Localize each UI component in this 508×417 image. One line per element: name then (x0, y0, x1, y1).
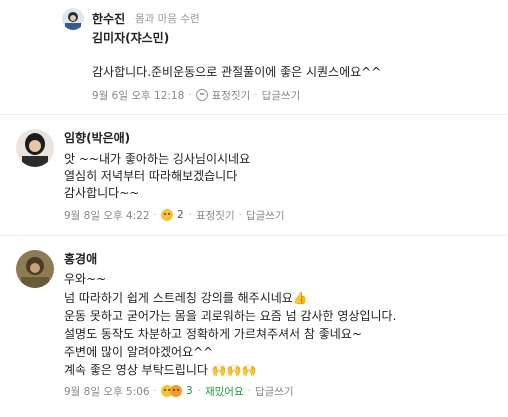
comment-text: 운동 못하고 굳어가는 몸을 괴로워하는 요즘 넘 감사한 영상입니다. (64, 309, 397, 323)
comment-author[interactable]: 임향(박은애) (64, 129, 130, 146)
reaction-emoji-icon[interactable] (169, 385, 182, 397)
comment-time[interactable]: 9월 8일 오후 5:06 (64, 384, 150, 399)
avatar[interactable] (16, 250, 54, 288)
reaction-count[interactable]: 3 (186, 385, 193, 397)
reply-button[interactable]: 답글쓰기 (262, 88, 301, 103)
author-badge: 몸과 마음 수련 (135, 13, 200, 25)
comment-text: 주변에 많이 알려야겠어요^^ (64, 345, 214, 359)
reply-button[interactable]: 답글쓰기 (246, 208, 285, 223)
comment-author[interactable]: 홍경애 (64, 250, 97, 267)
comment-time[interactable]: 9월 8일 오후 4:22 (64, 208, 150, 223)
comment: 홍경애 우와~~ 넘 따라하기 쉽게 스트레칭 강의를 해주시네요👍 운동 못하… (0, 236, 508, 417)
comment-text: 감사합니다.준비운동으로 관절풀이에 좋은 시퀀스에요^^ (92, 65, 382, 79)
avatar[interactable] (16, 129, 54, 167)
comment-text: 넘 따라하기 쉽게 스트레칭 강의를 해주시네요👍 (64, 291, 308, 305)
comment-author[interactable]: 한수진 (92, 10, 125, 27)
reply-button[interactable]: 답글쓰기 (255, 384, 294, 399)
comment-meta: 9월 8일 오후 4:22 · 2 · 표정짓기 · 답글쓰기 (64, 208, 285, 223)
comment-time[interactable]: 9월 6일 오후 12:18 (92, 88, 184, 103)
reaction-emoji-icon[interactable] (160, 209, 173, 221)
comment-meta: 9월 8일 오후 5:06 · 3 · 재밌어요 · 답글쓰기 (64, 384, 294, 399)
comment: 임향(박은애) 앗 ~~내가 좋아하는 깅사님이시네요 열심히 저녁부터 따라해… (0, 115, 508, 235)
comment-text: 열심히 저녁부터 따라해보겠습니다 (64, 169, 238, 183)
comment-text: 앗 ~~내가 좋아하는 깅사님이시네요 (64, 152, 251, 166)
emote-button[interactable]: 표정짓기 (196, 208, 235, 223)
comment: 한수진 몸과 마음 수련 김미자(쟈스민) 감사합니다.준비운동으로 관절풀이에… (0, 0, 508, 112)
comment-text: 우와~~ (64, 272, 107, 286)
comment-text: 설명도 동작도 차분하고 정확하게 가르쳐주셔서 참 좋네요~ (64, 327, 362, 341)
comment-text: 감사합니다~~ (64, 186, 140, 200)
smile-outline-icon[interactable] (195, 89, 208, 101)
mention[interactable]: 김미자(쟈스민) (92, 30, 169, 47)
comment-meta: 9월 6일 오후 12:18 · 표정짓기 · 답글쓰기 (92, 88, 301, 103)
comment-text: 계속 좋은 영상 부탁드립니다 🙌🙌🙌 (64, 363, 257, 377)
reaction-count[interactable]: 2 (177, 209, 184, 221)
avatar[interactable] (62, 8, 84, 30)
liked-button[interactable]: 재밌어요 (205, 384, 244, 399)
emote-button[interactable]: 표정짓기 (212, 88, 251, 103)
